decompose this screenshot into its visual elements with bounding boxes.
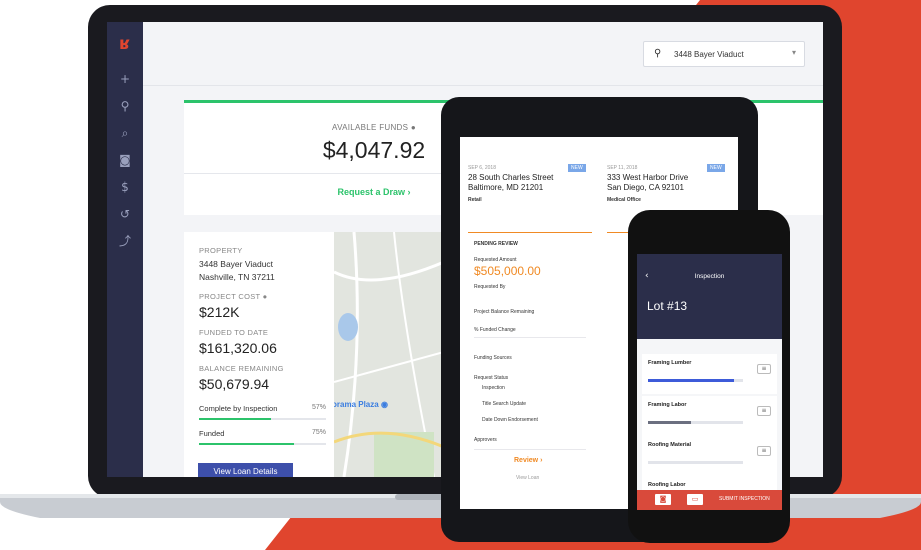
property-label: PROPERTY	[199, 246, 243, 255]
requested-amount-label: Requested Amount	[474, 257, 517, 263]
history-icon[interactable]: ↺	[118, 207, 132, 221]
view-loan-details-button[interactable]: View Loan Details	[198, 463, 293, 477]
project-cost-label: PROJECT COST ●	[199, 292, 268, 301]
pending-review-heading: PENDING REVIEW	[474, 241, 518, 247]
location-pin-icon: ⚲	[654, 48, 662, 59]
sidebar: ʁ + ⚲ ⌕ ◙ $ ↺ ⤴	[107, 22, 143, 477]
inspection-progress-bar	[648, 461, 743, 464]
view-loan-link[interactable]: View Loan	[516, 475, 539, 481]
map-place-label: orama Plaza ◉	[334, 400, 388, 409]
submit-inspection-button[interactable]: SUBMIT INSPECTION	[719, 496, 770, 502]
list-icon[interactable]: ≡	[757, 446, 771, 456]
map-roads	[334, 232, 444, 477]
status-badge: NEW	[707, 164, 725, 172]
status-badge: NEW	[568, 164, 586, 172]
requested-by-label: Requested By	[474, 284, 506, 290]
balance-remaining-value: $50,679.94	[199, 376, 270, 392]
search-icon[interactable]: ⌕	[118, 126, 132, 140]
inspection-item-name: Framing Lumber	[648, 360, 692, 366]
funded-to-date-label: FUNDED TO DATE	[199, 328, 269, 337]
camera-icon[interactable]: ◙	[655, 494, 671, 505]
chevron-down-icon: ▾	[791, 48, 796, 57]
phone-screen: ‹ Inspection Lot #13 Framing Lumber ≡ Fr…	[637, 254, 782, 510]
inspection-item-name: Roofing Material	[648, 442, 692, 448]
loan-type: Retail	[468, 197, 482, 203]
property-select-value: 3448 Bayer Viaduct	[674, 50, 744, 59]
camera-icon[interactable]: ◙	[118, 153, 132, 167]
info-icon: ●	[262, 292, 268, 301]
loan-address-line2: San Diego, CA 92101	[607, 183, 684, 192]
info-icon: ●	[410, 123, 416, 132]
request-status-label: Request Status	[474, 375, 509, 381]
property-address-line2: Nashville, TN 37211	[199, 272, 275, 282]
funding-sources-label: Funding Sources	[474, 355, 512, 361]
loan-address-line1: 28 South Charles Street	[468, 173, 554, 182]
map[interactable]: orama Plaza ◉	[334, 232, 444, 477]
status-item: Title Search Update	[482, 401, 527, 407]
loan-address-line2: Baltimore, MD 21201	[468, 183, 544, 192]
lot-number: Lot #13	[647, 299, 688, 313]
funded-bar-label: Funded	[199, 429, 225, 438]
section-divider	[468, 232, 592, 233]
top-bar: ⚲ 3448 Bayer Viaduct ▾	[143, 22, 823, 86]
inspection-item-name: Roofing Labor	[648, 482, 686, 488]
document-icon[interactable]: ▭	[687, 494, 703, 505]
logo-icon[interactable]: ʁ	[115, 34, 135, 54]
inspection-item[interactable]: Roofing Labor	[642, 476, 777, 490]
loan-type: Medical Office	[607, 197, 641, 203]
review-button[interactable]: Review ›	[514, 457, 542, 464]
complete-label: Complete by Inspection	[199, 404, 278, 413]
list-icon[interactable]: ≡	[757, 364, 771, 374]
inspection-item[interactable]: Framing Labor ≡	[642, 396, 777, 436]
map-pin-icon: ◉	[380, 400, 388, 409]
funded-to-date-value: $161,320.06	[199, 340, 277, 356]
complete-progress-fill	[199, 418, 272, 420]
loan-address-line1: 333 West Harbor Drive	[607, 173, 689, 182]
tablet-loan-column-left: SEP 6, 2018 28 South Charles Street Balt…	[460, 137, 599, 509]
inspection-progress-bar	[648, 379, 743, 382]
list-icon[interactable]: ≡	[757, 406, 771, 416]
property-address-line1: 3448 Bayer Viaduct	[199, 259, 274, 269]
chart-icon[interactable]: ⤴	[118, 234, 132, 248]
plus-icon[interactable]: +	[118, 72, 132, 86]
inspection-title: Inspection	[694, 273, 725, 280]
inspection-item[interactable]: Framing Lumber ≡	[642, 354, 777, 394]
inspection-item-name: Framing Labor	[648, 402, 687, 408]
inspection-item[interactable]: Roofing Material ≡	[642, 436, 777, 476]
balance-remaining-label: BALANCE REMAINING	[199, 364, 284, 373]
phone-bottom-bar: ◙ ▭ SUBMIT INSPECTION	[637, 490, 782, 510]
status-item: Inspection	[482, 385, 505, 391]
inspection-progress-fill	[648, 379, 734, 382]
inspection-header: ‹ Inspection Lot #13	[637, 254, 782, 339]
project-balance-label: Project Balance Remaining	[474, 309, 535, 315]
funded-percent: 75%	[311, 429, 326, 436]
requested-amount-value: $505,000.00	[474, 264, 541, 278]
inspection-progress-bar	[648, 421, 743, 424]
complete-percent: 57%	[311, 404, 326, 411]
loan-date: SEP 6, 2018	[468, 165, 496, 171]
property-select[interactable]: ⚲ 3448 Bayer Viaduct ▾	[643, 41, 805, 67]
funded-progress-bar	[199, 443, 326, 445]
approvers-label: Approvers	[474, 437, 497, 443]
complete-progress-bar	[199, 418, 326, 420]
status-item: Date Down Endorsement	[482, 417, 538, 423]
project-cost-value: $212K	[199, 304, 240, 320]
divider	[474, 449, 586, 450]
property-card: PROPERTY 3448 Bayer Viaduct Nashville, T…	[184, 232, 334, 477]
divider	[474, 337, 586, 338]
loan-date: SEP 11, 2018	[607, 165, 638, 171]
funded-change-label: % Funded Change	[474, 327, 516, 333]
location-pin-icon[interactable]: ⚲	[118, 99, 132, 113]
inspection-progress-fill	[648, 421, 691, 424]
funded-progress-fill	[199, 443, 295, 445]
dollar-icon[interactable]: $	[118, 180, 132, 194]
